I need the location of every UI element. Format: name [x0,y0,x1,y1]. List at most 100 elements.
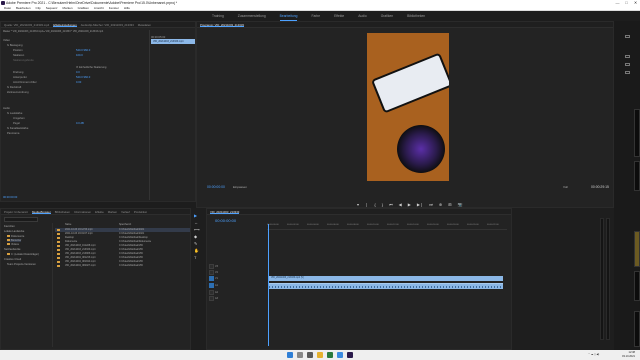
browser-icon[interactable] [327,352,333,358]
go-to-in-button[interactable]: ⏮ [389,202,393,207]
uniform-scale-checkbox[interactable]: ☑ Einheitliche Skalierung [76,65,106,69]
anti-flicker-value[interactable]: 0.00 [76,81,81,84]
timeline-timecode[interactable]: 00:00:00:00 [215,218,236,223]
menu-fenster[interactable]: Fenster [109,6,119,10]
pen-tool-icon[interactable]: ✎ [194,241,197,246]
tab-markers[interactable]: Marken [108,209,117,214]
fx-clip[interactable]: VID_20211003_213333.mp4 [151,39,195,44]
workspace-audio[interactable]: Audio [358,11,366,21]
bin-creative-cloud[interactable]: Creative Cloud [4,258,21,261]
go-to-out-button[interactable]: ⏭ [429,202,433,207]
premiere-icon[interactable] [347,352,353,358]
tab-source[interactable]: Quelle: VID_20211003_213333.mp4 [4,22,49,27]
workspace-grafiken[interactable]: Grafiken [381,11,393,21]
file-explorer-icon[interactable] [317,352,323,358]
bin-network[interactable]: Netzlaufwerke [4,248,20,251]
tab-audio-mixer[interactable]: Audioclip-Mischer: VID_20211003_213333 [81,22,134,27]
menu-bearbeiten[interactable]: Bearbeiten [16,6,31,10]
tab-history[interactable]: Verlauf [121,209,130,214]
scale-value[interactable]: 100.0 [76,54,83,57]
start-icon[interactable] [287,352,293,358]
bin-favorites[interactable]: Favoriten [4,225,15,228]
bin-team-projects[interactable]: Team Projects-Versionen [7,263,36,266]
thumbnail[interactable] [634,109,640,157]
mark-in-button[interactable]: { [374,202,375,207]
thumbnail[interactable] [634,161,640,191]
thumbnail[interactable] [634,311,640,347]
menu-grafiken[interactable]: Grafiken [78,6,89,10]
workspace-training[interactable]: Training [212,11,224,21]
tab-media-browser[interactable]: Media-Browser [31,209,51,214]
bin-item[interactable]: Dokumente [7,235,24,238]
razor-tool-icon[interactable]: ◆ [194,234,197,239]
panel-icon[interactable] [625,63,630,66]
video-frame[interactable] [367,33,449,181]
clock[interactable]: 12:38 03.10.2021 [622,351,635,358]
zoom-select[interactable]: Einpassen [233,185,247,189]
type-tool-icon[interactable]: T [194,255,196,260]
menu-ansicht[interactable]: Ansicht [94,6,104,10]
fx-row-channel-volume[interactable]: fx Kanallautstärke [7,127,28,130]
program-timecode[interactable]: 00:00:00:00 [207,185,225,189]
audio-clip[interactable] [269,283,503,289]
fx-row-time-remap[interactable]: Zeitneuzuordnung [7,91,29,94]
workspace-bibliotheken[interactable]: Bibliotheken [407,11,425,21]
search-icon[interactable] [297,352,303,358]
quality-select[interactable]: Voll [563,185,568,189]
bin-item[interactable]: Benutzer [7,239,22,242]
lock-toggle[interactable] [209,290,214,295]
hand-tool-icon[interactable]: ✋ [194,248,199,253]
mark-out-button[interactable]: } [382,202,383,207]
overwrite-button[interactable]: ⊞ [448,202,451,207]
source-patch-toggle[interactable] [209,276,214,281]
panel-icon[interactable] [625,35,630,38]
menu-hilfe[interactable]: Hilfe [124,6,130,10]
menu-clip[interactable]: Clip [36,6,41,10]
lock-toggle[interactable] [209,270,214,275]
workspace-farbe[interactable]: Farbe [311,11,320,21]
track-select-tool-icon[interactable]: ↔ [194,220,198,225]
anchor-value[interactable]: 540.0 960.0 [76,76,90,79]
bin-item[interactable]: C: (Lokaler Datenträger) [7,253,39,256]
play-button[interactable]: ▶ [408,202,411,207]
tab-info[interactable]: Informationen [74,209,91,214]
add-marker-button[interactable]: ▾ [357,202,359,207]
position-value[interactable]: 540.0 960.0 [76,49,90,52]
source-patch-toggle[interactable] [209,283,214,288]
workspace-zusammenstellung[interactable]: Zusammenstellung [238,11,266,21]
step-back-button[interactable]: ◀ [399,202,402,207]
table-row[interactable]: VID_20211004_082027.mp4 C:\Videobibliothe… [55,264,190,268]
mark-in-icon[interactable]: ❘ [365,202,368,207]
fx-row-panner[interactable]: Panorama [7,132,19,135]
insert-button[interactable]: ⊕ [439,202,442,207]
bin-item[interactable]: Videos [7,243,19,246]
tab-effects[interactable]: Effekte [95,209,104,214]
ripple-edit-tool-icon[interactable]: ⟷ [194,227,200,232]
tab-libraries[interactable]: Bibliotheken [55,209,70,214]
tab-metadata[interactable]: Metadaten [138,22,151,27]
workspace-bearbeitung[interactable]: Bearbeitung [279,11,298,21]
time-ruler[interactable]: 00:00:00:00 00:00:02:00 00:00:04:00 00:0… [267,224,507,230]
panel-icon[interactable] [625,71,630,74]
tray-icons[interactable]: ⌃ ☁ ▯ ◀) [588,353,599,356]
lock-toggle[interactable] [209,296,214,301]
tab-sequence[interactable]: VID_20211003_213333 [210,209,240,214]
menu-marken[interactable]: Marken [63,6,73,10]
menu-sequenz[interactable]: Sequenz [46,6,58,10]
store-icon[interactable] [337,352,343,358]
tab-production[interactable]: Produktion [134,209,147,214]
menu-datei[interactable]: Datei [4,6,11,10]
thumbnail[interactable] [634,271,640,301]
step-forward-button[interactable]: ▶❘ [417,202,423,207]
selection-tool-icon[interactable]: ▶ [194,213,197,218]
video-clip[interactable]: VID_20211003_213333.mp4 [V] [269,276,503,281]
fx-row-motion[interactable]: fx Bewegung [7,44,23,47]
task-view-icon[interactable] [307,352,313,358]
thumbnail[interactable] [634,231,640,267]
tab-project[interactable]: Projekt: Unbenannt [4,209,28,214]
bin-local-drives[interactable]: Lokale Laufwerke [4,230,24,233]
media-search-input[interactable] [4,217,38,222]
export-frame-button[interactable]: 📷 [458,202,463,207]
fx-row-opacity[interactable]: fx Deckkraft [7,86,21,89]
tab-program[interactable]: Programm: VID_20211003_213333 [200,22,244,27]
